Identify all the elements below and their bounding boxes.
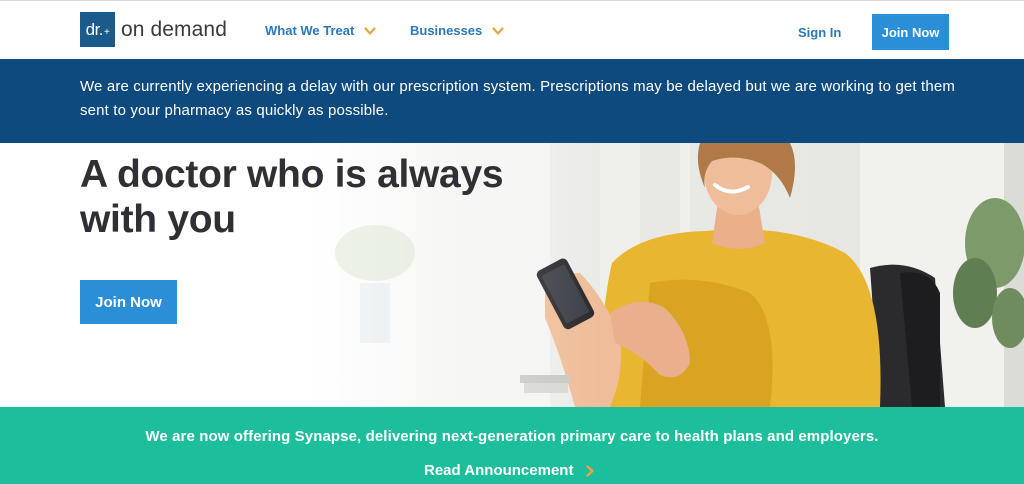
nav-businesses-label: Businesses	[410, 23, 483, 38]
join-now-button-hero[interactable]: Join Now	[80, 280, 177, 324]
nav-what-we-treat-label: What We Treat	[265, 23, 355, 38]
announcement-text: We are now offering Synapse, delivering …	[145, 428, 879, 445]
alert-text: We are currently experiencing a delay wi…	[80, 78, 956, 119]
logo-text: on demand	[121, 17, 227, 41]
sign-in-link[interactable]: Sign In	[798, 25, 841, 40]
chevron-down-icon	[364, 26, 376, 35]
logo-mark-text: dr.	[85, 19, 104, 39]
announcement-bar: We are now offering Synapse, delivering …	[0, 407, 1024, 484]
alert-banner: We are currently experiencing a delay wi…	[0, 59, 1024, 143]
logo-mark: dr. +	[80, 12, 115, 47]
read-announcement-link[interactable]: Read Announcement	[424, 462, 595, 479]
join-now-button-header[interactable]: Join Now	[872, 14, 949, 50]
nav-what-we-treat[interactable]: What We Treat	[265, 23, 376, 38]
site-header: dr. + on demand What We Treat Businesses …	[0, 0, 1024, 59]
nav-businesses[interactable]: Businesses	[410, 23, 504, 38]
logo[interactable]: dr. + on demand	[80, 12, 227, 47]
hero-title: A doctor who is always with you	[80, 153, 504, 241]
read-announcement-label: Read Announcement	[424, 462, 574, 479]
logo-plus: +	[104, 27, 110, 38]
chevron-right-icon	[586, 464, 595, 477]
chevron-down-icon	[492, 26, 504, 35]
